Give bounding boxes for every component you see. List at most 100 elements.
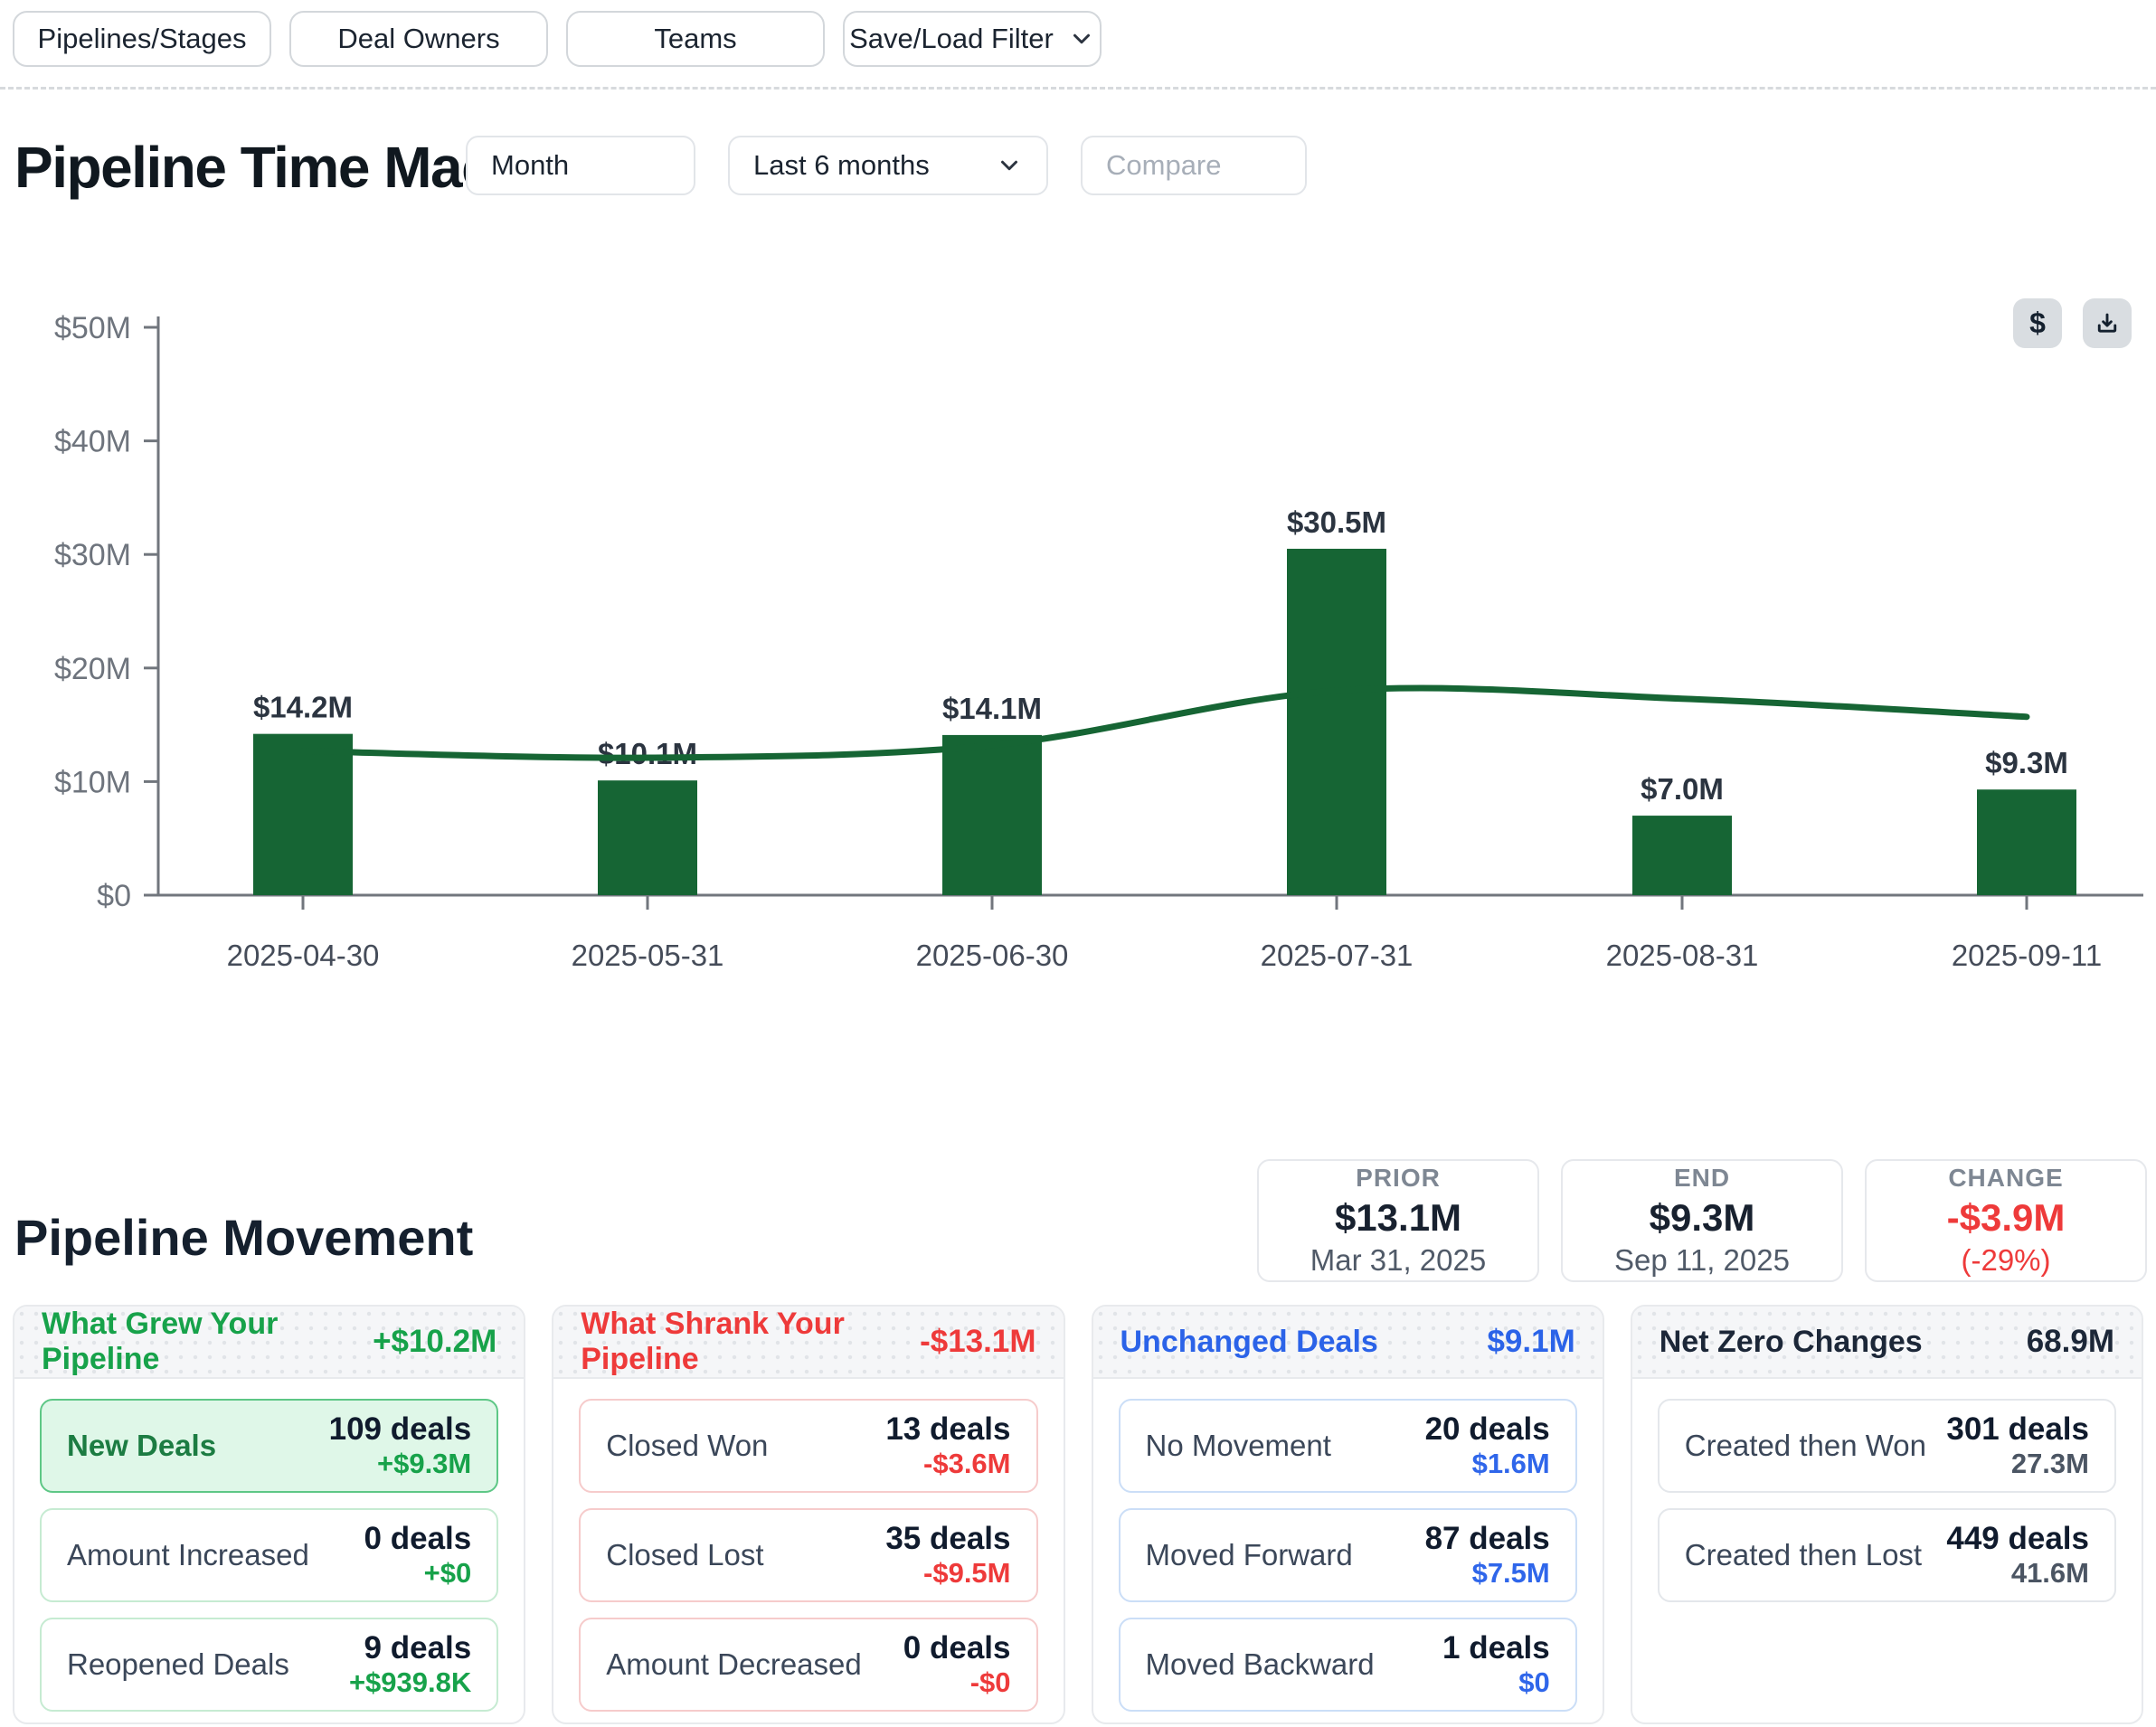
column-total: $9.1M xyxy=(1487,1324,1574,1360)
change-card: CHANGE -$3.9M (-29%) xyxy=(1865,1159,2147,1282)
item-amount: +$9.3M xyxy=(329,1448,472,1480)
item-amount: 41.6M xyxy=(1946,1557,2089,1590)
movement-item-new-deals[interactable]: New Deals 109 deals+$9.3M xyxy=(40,1399,498,1493)
compare-input[interactable] xyxy=(1081,136,1307,195)
item-amount: $7.5M xyxy=(1425,1557,1550,1590)
column-body: Closed Won 13 deals-$3.6M Closed Lost35 de… xyxy=(553,1379,1063,1724)
change-percent: (-29%) xyxy=(1961,1243,2050,1278)
bar-2025-04-30[interactable] xyxy=(253,734,353,895)
item-values: 87 deals$7.5M xyxy=(1425,1521,1550,1590)
pipeline-time-machine-chart: $0$10M$20M$30M$40M$50M$14.2M$10.1M$14.1M… xyxy=(0,298,2156,1013)
item-label: New Deals xyxy=(67,1429,216,1463)
bar-value-label: $7.0M xyxy=(1641,772,1724,806)
movement-item-created-then-won[interactable]: Created then Won 301 deals27.3M xyxy=(1658,1399,2116,1493)
change-label: CHANGE xyxy=(1948,1164,2063,1193)
y-axis-label: $50M xyxy=(54,311,131,345)
item-amount: 27.3M xyxy=(1946,1448,2089,1480)
item-values: 301 deals27.3M xyxy=(1946,1411,2089,1480)
bar-value-label: $10.1M xyxy=(598,737,697,770)
chevron-down-icon xyxy=(1068,25,1095,52)
change-value: -$3.9M xyxy=(1947,1196,2066,1240)
item-values: 1 deals$0 xyxy=(1442,1630,1550,1699)
date-range-value: Last 6 months xyxy=(753,149,930,182)
column-total: +$10.2M xyxy=(373,1324,496,1360)
save-load-filter-button[interactable]: Save/Load Filter xyxy=(843,11,1102,67)
movement-column-blue: Unchanged Deals$9.1MNo Movement20 deals$… xyxy=(1092,1305,1604,1724)
item-label: Created then Won xyxy=(1685,1429,1926,1463)
bar-2025-05-31[interactable] xyxy=(598,780,697,895)
bar-value-label: $9.3M xyxy=(1985,746,2068,779)
item-values: 35 deals-$9.5M xyxy=(885,1521,1010,1590)
end-date: Sep 11, 2025 xyxy=(1614,1243,1790,1278)
item-label: Created then Lost xyxy=(1685,1538,1922,1572)
item-deal-count: 1 deals xyxy=(1442,1630,1550,1666)
item-deal-count: 20 deals xyxy=(1425,1411,1550,1448)
column-title: What Shrank Your Pipeline xyxy=(581,1307,920,1377)
save-load-filter-label: Save/Load Filter xyxy=(849,23,1054,55)
movement-item-moved-forward[interactable]: Moved Forward 87 deals$7.5M xyxy=(1119,1508,1577,1602)
bar-2025-07-31[interactable] xyxy=(1287,549,1386,895)
column-header: What Shrank Your Pipeline-$13.1M xyxy=(553,1307,1063,1379)
column-total: -$13.1M xyxy=(920,1324,1035,1360)
item-values: 9 deals+$939.8K xyxy=(349,1630,471,1699)
y-axis-label: $40M xyxy=(54,425,131,459)
deal-owners-label: Deal Owners xyxy=(337,23,499,55)
teams-label: Teams xyxy=(654,23,736,55)
item-amount: $0 xyxy=(1442,1666,1550,1699)
item-label: Reopened Deals xyxy=(67,1647,289,1682)
date-range-select[interactable]: Last 6 months xyxy=(728,136,1048,195)
item-label: Moved Forward xyxy=(1146,1538,1353,1572)
item-deal-count: 0 deals xyxy=(903,1630,1011,1666)
movement-item-closed-lost[interactable]: Closed Lost35 deals-$9.5M xyxy=(579,1508,1037,1602)
y-axis-label: $0 xyxy=(97,879,131,913)
item-label: No Movement xyxy=(1146,1429,1331,1463)
column-header: Net Zero Changes68.9M xyxy=(1632,1307,2142,1379)
teams-filter-button[interactable]: Teams xyxy=(566,11,825,67)
column-title: What Grew Your Pipeline xyxy=(42,1307,373,1377)
granularity-input[interactable] xyxy=(466,136,695,195)
dashed-divider xyxy=(0,87,2156,90)
item-values: 20 deals$1.6M xyxy=(1425,1411,1550,1480)
movement-item-amount-increased[interactable]: Amount Increased0 deals+$0 xyxy=(40,1508,498,1602)
item-values: 109 deals+$9.3M xyxy=(329,1411,472,1480)
prior-label: PRIOR xyxy=(1356,1164,1441,1193)
item-values: 0 deals-$0 xyxy=(903,1630,1011,1699)
bar-2025-08-31[interactable] xyxy=(1632,816,1732,895)
movement-item-created-then-lost[interactable]: Created then Lost449 deals41.6M xyxy=(1658,1508,2116,1602)
item-deal-count: 13 deals xyxy=(885,1411,1010,1448)
column-title: Unchanged Deals xyxy=(1121,1325,1378,1360)
column-body: No Movement 20 deals$1.6M Moved Forward 87 … xyxy=(1093,1379,1603,1724)
y-axis-label: $20M xyxy=(54,652,131,686)
chevron-down-icon xyxy=(996,152,1023,179)
movement-item-closed-won[interactable]: Closed Won 13 deals-$3.6M xyxy=(579,1399,1037,1493)
item-amount: $1.6M xyxy=(1425,1448,1550,1480)
item-deal-count: 9 deals xyxy=(349,1630,471,1666)
bar-value-label: $14.2M xyxy=(253,691,353,724)
item-amount: +$939.8K xyxy=(349,1666,471,1699)
movement-item-no-movement[interactable]: No Movement 20 deals$1.6M xyxy=(1119,1399,1577,1493)
pipelines-stages-filter-button[interactable]: Pipelines/Stages xyxy=(13,11,271,67)
column-body: New Deals 109 deals+$9.3M Amount Increased… xyxy=(14,1379,524,1724)
bar-2025-06-30[interactable] xyxy=(942,735,1042,895)
column-header: Unchanged Deals $9.1M xyxy=(1093,1307,1603,1379)
movement-item-amount-decreased[interactable]: Amount Decreased 0 deals-$0 xyxy=(579,1618,1037,1712)
x-axis-label: 2025-07-31 xyxy=(1261,939,1414,972)
item-amount: +$0 xyxy=(364,1557,472,1590)
item-values: 13 deals-$3.6M xyxy=(885,1411,1010,1480)
movement-item-reopened-deals[interactable]: Reopened Deals 9 deals+$939.8K xyxy=(40,1618,498,1712)
item-values: 0 deals+$0 xyxy=(364,1521,472,1590)
item-label: Amount Decreased xyxy=(606,1647,861,1682)
end-label: END xyxy=(1674,1164,1730,1193)
bar-2025-09-11[interactable] xyxy=(1977,789,2076,895)
deal-owners-filter-button[interactable]: Deal Owners xyxy=(289,11,548,67)
column-body: Created then Won301 deals27.3MCreated th… xyxy=(1632,1379,2142,1622)
pipeline-movement-title: Pipeline Movement xyxy=(14,1208,473,1267)
pipelines-stages-label: Pipelines/Stages xyxy=(38,23,247,55)
prior-date: Mar 31, 2025 xyxy=(1310,1243,1486,1278)
x-axis-label: 2025-06-30 xyxy=(916,939,1069,972)
x-axis-label: 2025-08-31 xyxy=(1606,939,1759,972)
item-deal-count: 301 deals xyxy=(1946,1411,2089,1448)
movement-item-moved-backward[interactable]: Moved Backward1 deals$0 xyxy=(1119,1618,1577,1712)
x-axis-label: 2025-09-11 xyxy=(1952,939,2102,972)
item-label: Closed Won xyxy=(606,1429,768,1463)
